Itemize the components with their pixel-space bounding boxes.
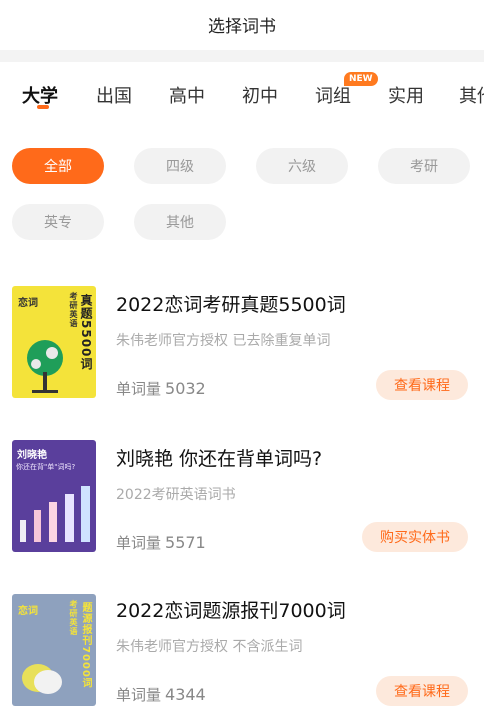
active-tab-indicator (37, 105, 49, 109)
book-subtitle: 朱伟老师官方授权 不含派生词 (116, 639, 303, 655)
book-cover: 恋词 考研英语 题源报刊7000词 (12, 594, 96, 706)
book-subtitle: 2022考研英语词书 (116, 487, 236, 503)
bars-illustration-icon (20, 486, 90, 542)
book-cover: 恋词 考研英语 真题5500词 (12, 286, 96, 398)
word-count-label: 单词量 (116, 380, 162, 398)
cover-vertical-title: 真题5500词 (79, 294, 93, 371)
filter-chip-all[interactable]: 全部 (12, 148, 104, 184)
book-title: 2022恋词题源报刊7000词 (116, 600, 346, 622)
book-item[interactable]: 刘晓艳 你还在背"单"词吗? 刘晓艳 你还在背单词吗? 2022考研英语词书 单… (0, 436, 484, 566)
filter-chip-yingzhuan[interactable]: 英专 (12, 204, 104, 240)
word-count: 单词量 5571 (116, 532, 206, 553)
filter-chip-other[interactable]: 其他 (134, 204, 226, 240)
category-tabs: 大学 出国 高中 初中 词组 实用 其他 (0, 70, 484, 120)
word-count-label: 单词量 (116, 534, 162, 552)
view-course-button[interactable]: 查看课程 (376, 676, 468, 706)
book-title: 刘晓艳 你还在背单词吗? (116, 448, 323, 470)
word-count-value: 5032 (165, 379, 206, 398)
word-count-value: 4344 (165, 685, 206, 704)
book-cover: 刘晓艳 你还在背"单"词吗? (12, 440, 96, 552)
book-title: 2022恋词考研真题5500词 (116, 294, 346, 316)
tab-chuzhong[interactable]: 初中 (242, 82, 278, 108)
word-count: 单词量 4344 (116, 684, 206, 705)
tree-illustration-icon (27, 340, 63, 393)
cover-small-text: 你还在背"单"词吗? (16, 463, 76, 471)
filter-chip-cet6[interactable]: 六级 (256, 148, 348, 184)
book-item[interactable]: 恋词 考研英语 真题5500词 2022恋词考研真题5500词 朱伟老师官方授权… (0, 280, 484, 410)
book-item[interactable]: 恋词 考研英语 题源报刊7000词 2022恋词题源报刊7000词 朱伟老师官方… (0, 590, 484, 720)
filter-chip-cet4[interactable]: 四级 (134, 148, 226, 184)
header-divider (0, 50, 484, 62)
word-count-label: 单词量 (116, 686, 162, 704)
cover-vertical-title: 题源报刊7000词 (80, 602, 91, 689)
book-subtitle: 朱伟老师官方授权 已去除重复单词 (116, 333, 331, 349)
filter-chip-kaoyan[interactable]: 考研 (378, 148, 470, 184)
cover-brand: 刘晓艳 (17, 450, 47, 461)
word-count-value: 5571 (165, 533, 206, 552)
buy-book-button[interactable]: 购买实体书 (362, 522, 468, 552)
cover-brand: 恋词 (18, 606, 38, 617)
cover-brand: 恋词 (18, 298, 38, 309)
page-title: 选择词书 (208, 16, 276, 37)
tab-qita[interactable]: 其他 (459, 82, 484, 108)
shapes-illustration-icon (22, 664, 62, 694)
tab-gaozhong[interactable]: 高中 (169, 82, 205, 108)
new-badge: NEW (344, 72, 378, 86)
tab-chuguo[interactable]: 出国 (96, 82, 132, 108)
tab-shiyong[interactable]: 实用 (388, 82, 424, 108)
word-count: 单词量 5032 (116, 378, 206, 399)
top-bar: 选择词书 (0, 0, 484, 48)
view-course-button[interactable]: 查看课程 (376, 370, 468, 400)
